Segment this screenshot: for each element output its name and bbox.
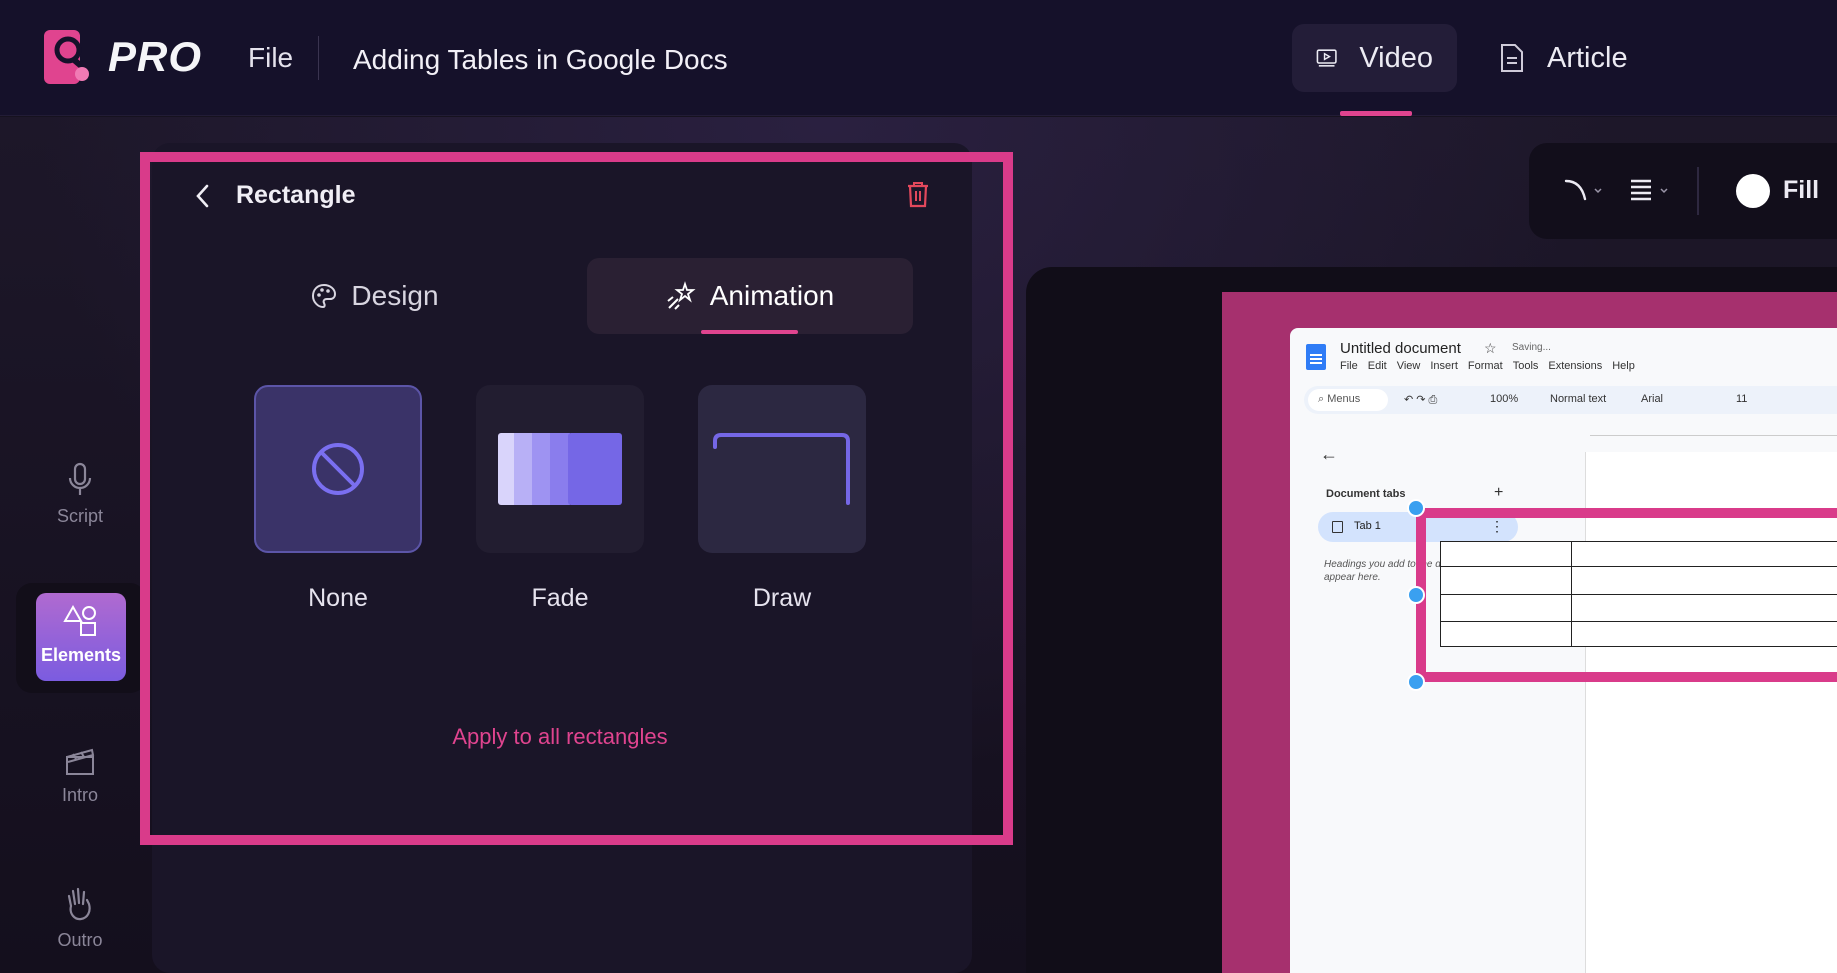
tab-video-label: Video [1359, 41, 1433, 74]
plus-icon: + [1494, 484, 1504, 501]
undo-redo-print-icons: ↶ ↷ ⎙ [1404, 394, 1438, 406]
gdoc-title: Untitled document [1340, 340, 1461, 357]
toolbar-divider [1697, 167, 1699, 215]
gdoc-saving-status: Saving... [1512, 342, 1551, 353]
docs-logo-icon [1306, 344, 1326, 370]
gdoc-ruler [1590, 424, 1837, 436]
top-bar: PRO File Adding Tables in Google Docs Vi… [0, 0, 1837, 116]
rail-item-script[interactable]: Script [30, 462, 130, 527]
gdoc-menu-item: View [1396, 360, 1421, 372]
palette-icon [312, 283, 337, 309]
fill-label[interactable]: Fill [1783, 176, 1819, 205]
active-tab-indicator [1340, 111, 1412, 116]
fill-color-swatch[interactable] [1736, 174, 1770, 208]
gdoc-font-size: 11 [1736, 393, 1748, 405]
gdoc-menu-item: Edit [1367, 360, 1387, 372]
animation-option-fade-label: Fade [531, 584, 589, 612]
prohibited-icon [312, 443, 364, 495]
back-chevron-icon[interactable] [192, 182, 214, 210]
panel-title: Rectangle [236, 181, 356, 209]
resize-handle-middle-left[interactable] [1407, 586, 1425, 604]
rail-item-elements[interactable]: Elements [36, 593, 126, 681]
delete-trash-icon[interactable] [906, 180, 930, 208]
brand-name: PRO [108, 33, 203, 80]
draw-outline-icon [713, 433, 850, 505]
line-style-icon[interactable] [1629, 177, 1673, 205]
gdoc-zoom: 100% [1490, 393, 1519, 405]
fade-gradient-icon [498, 433, 622, 505]
magic-wand-icon [667, 281, 696, 310]
gdoc-menu-item: Insert [1430, 360, 1458, 372]
title-divider [318, 36, 319, 80]
shape-toolbar: Fill [1529, 143, 1837, 239]
animation-option-none[interactable] [254, 385, 422, 553]
file-menu[interactable]: File [248, 42, 293, 74]
arrow-left-icon: ← [1320, 444, 1338, 464]
video-icon [1316, 49, 1337, 67]
microphone-icon [68, 462, 92, 495]
app-logo[interactable]: PRO [44, 28, 202, 86]
animation-option-fade[interactable] [476, 385, 644, 553]
search-icon: ⌕ [1318, 393, 1328, 405]
tab-animation-label: Animation [709, 280, 835, 311]
gdoc-tabs-header: Document tabs [1326, 488, 1406, 500]
gdoc-search-label: Menus [1327, 393, 1361, 405]
star-icon: ☆ [1484, 340, 1497, 356]
gdoc-tab-label: Tab 1 [1354, 520, 1381, 532]
tab-design[interactable]: Design [240, 258, 510, 334]
tab-video[interactable]: Video [1292, 24, 1457, 92]
corner-radius-icon[interactable] [1563, 177, 1607, 205]
gdoc-menu-search: ⌕ Menus [1308, 389, 1388, 411]
rail-item-outro[interactable]: Outro [30, 886, 130, 951]
resize-handle-bottom-left[interactable] [1407, 673, 1425, 691]
selected-rectangle[interactable] [1416, 508, 1837, 682]
gdoc-style: Normal text [1550, 393, 1607, 405]
tab-article[interactable]: Article [1475, 24, 1655, 92]
gdoc-menu-item: Tools [1512, 360, 1539, 372]
rail-item-intro-label: Intro [61, 785, 99, 805]
logo-mark-icon [44, 30, 89, 84]
gdoc-menu-item: Extensions [1548, 360, 1603, 372]
animation-option-none-label: None [308, 584, 368, 612]
document-title[interactable]: Adding Tables in Google Docs [353, 44, 728, 76]
gdoc-menu-item: File [1340, 360, 1358, 372]
article-icon [1501, 44, 1523, 72]
shapes-icon [63, 605, 96, 636]
document-icon [1332, 521, 1343, 533]
rail-item-script-label: Script [56, 506, 103, 526]
apply-to-all-link[interactable]: Apply to all rectangles [400, 724, 720, 750]
animation-option-draw[interactable] [698, 385, 866, 553]
clapperboard-icon [66, 748, 95, 775]
tab-design-label: Design [351, 280, 439, 311]
rail-item-intro[interactable]: Intro [30, 745, 130, 806]
tab-animation[interactable]: Animation [587, 258, 913, 334]
gdoc-menu-item: Help [1612, 360, 1635, 372]
animation-option-draw-label: Draw [752, 584, 812, 612]
resize-handle-top-left[interactable] [1407, 499, 1425, 517]
rail-item-outro-label: Outro [57, 930, 103, 950]
gdoc-menubar: File Edit View Insert Format Tools Exten… [1340, 360, 1645, 372]
gdoc-menu-item: Format [1467, 360, 1503, 372]
gdoc-toolbar: ⌕ Menus ↶ ↷ ⎙ 100% Normal text Arial 11 [1304, 386, 1837, 414]
gdoc-font: Arial [1641, 393, 1664, 405]
animation-tab-indicator [701, 330, 798, 334]
rail-item-elements-label: Elements [40, 645, 122, 665]
tab-article-label: Article [1547, 41, 1628, 74]
waving-hand-icon [67, 887, 91, 921]
